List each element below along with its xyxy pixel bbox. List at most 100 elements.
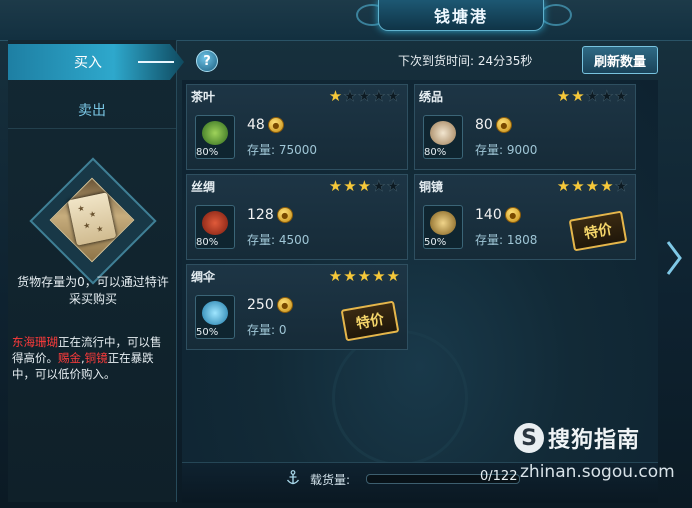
- market-trend-text: 东海珊瑚正在流行中，可以售得高价。赐金,铜镜正在暴跌中，可以低价购入。: [12, 334, 168, 382]
- star-filled-icon: ★: [600, 177, 615, 195]
- price-value: 48: [247, 117, 265, 133]
- window-title-plate: 钱塘港: [378, 0, 544, 31]
- price-percent: 50%: [196, 327, 219, 338]
- stock-label: 存量:: [475, 233, 504, 247]
- rarity-stars: ★★★★★: [556, 177, 629, 196]
- rarity-stars: ★★★★★: [556, 87, 629, 106]
- goods-stock: 存量: 1808: [475, 231, 537, 248]
- goods-image: [202, 301, 228, 325]
- star-filled-icon: ★: [556, 177, 572, 195]
- crashing-good: 铜镜: [84, 351, 108, 365]
- refresh-quantity-button[interactable]: 刷新数量: [582, 46, 658, 74]
- price-value: 250: [247, 297, 274, 313]
- cargo-label: 载货量:: [310, 473, 351, 487]
- goods-stock: 存量: 9000: [475, 141, 537, 158]
- help-icon[interactable]: ?: [196, 50, 218, 72]
- star-filled-icon: ★: [571, 177, 586, 195]
- chevron-right-svg: [666, 241, 682, 275]
- stock-value: 4500: [278, 233, 310, 247]
- star-filled-icon: ★: [328, 87, 344, 105]
- star-filled-icon: ★: [556, 87, 572, 105]
- watermark-brand: 搜狗指南: [548, 428, 641, 453]
- stock-label: 存量:: [247, 143, 276, 157]
- chevron-right-icon[interactable]: [664, 236, 684, 280]
- star-empty-icon: ★: [386, 87, 401, 106]
- background-emblem: [332, 330, 468, 466]
- price-percent: 80%: [196, 237, 219, 248]
- star-empty-icon: ★: [585, 87, 601, 106]
- star-filled-icon: ★: [343, 267, 358, 285]
- price-percent: 80%: [424, 147, 447, 158]
- tab-buy[interactable]: 买入: [8, 44, 184, 80]
- coin-icon: ●: [276, 297, 293, 313]
- rarity-stars: ★★★★★: [328, 177, 401, 196]
- star-empty-icon: ★: [614, 177, 629, 196]
- goods-card[interactable]: 绸伞 ★★★★★ 50% 250 ● 存量: 0 特价: [186, 264, 408, 350]
- star-filled-icon: ★: [571, 87, 586, 105]
- stock-value: 1808: [506, 233, 538, 247]
- sogou-logo: S: [514, 423, 544, 453]
- goods-price: 128 ●: [247, 207, 293, 223]
- star-empty-icon: ★: [372, 87, 387, 106]
- goods-stock: 存量: 4500: [247, 231, 309, 248]
- star-empty-icon: ★: [386, 177, 401, 196]
- star-empty-icon: ★: [343, 87, 358, 106]
- stock-label: 存量:: [247, 323, 276, 337]
- goods-stock: 存量: 75000: [247, 141, 317, 158]
- rarity-stars: ★★★★★: [329, 267, 401, 285]
- stock-value: 0: [278, 323, 287, 337]
- goods-name: 铜镜: [419, 180, 444, 194]
- stock-label: 存量:: [475, 143, 504, 157]
- special-price-badge: 特价: [340, 300, 400, 342]
- star-empty-icon: ★: [357, 87, 373, 106]
- goods-name: 丝绸: [191, 180, 216, 194]
- price-value: 80: [475, 117, 493, 133]
- stock-label: 存量:: [247, 233, 276, 247]
- goods-name: 茶叶: [191, 90, 216, 104]
- sogou-watermark: S 搜狗指南: [514, 422, 640, 454]
- window-title: 钱塘港: [433, 7, 488, 26]
- scroll-star-icon: ★: [82, 220, 92, 231]
- top-strip: [0, 0, 692, 41]
- star-filled-icon: ★: [328, 177, 344, 195]
- tab-sell[interactable]: 卖出: [8, 92, 176, 129]
- coin-icon: ●: [267, 117, 284, 133]
- anchor-svg: [286, 470, 300, 485]
- goods-card[interactable]: 茶叶 ★★★★★ 80% 48 ● 存量: 75000: [186, 84, 408, 170]
- star-filled-icon: ★: [372, 267, 387, 285]
- star-empty-icon: ★: [600, 87, 615, 106]
- scroll-star-icon: ★: [76, 203, 86, 214]
- price-percent: 80%: [196, 147, 219, 158]
- star-filled-icon: ★: [386, 267, 401, 285]
- goods-name: 绣品: [419, 90, 444, 104]
- rarity-stars: ★★★★★: [328, 87, 401, 106]
- goods-card[interactable]: 丝绸 ★★★★★ 80% 128 ● 存量: 4500: [186, 174, 408, 260]
- star-filled-icon: ★: [357, 267, 373, 285]
- star-empty-icon: ★: [614, 87, 629, 106]
- star-filled-icon: ★: [328, 267, 344, 285]
- goods-name: 绸伞: [191, 270, 216, 284]
- price-value: 140: [475, 207, 502, 223]
- star-empty-icon: ★: [372, 177, 387, 196]
- trending-good: 东海珊瑚: [12, 335, 58, 349]
- goods-price: 80 ●: [475, 117, 512, 133]
- stock-value: 75000: [278, 143, 318, 157]
- special-purchase-info: 货物存量为0，可以通过特许采买购买: [17, 275, 169, 306]
- coin-icon: ●: [504, 207, 521, 223]
- goods-card[interactable]: 绣品 ★★★★★ 80% 80 ● 存量: 9000: [414, 84, 636, 170]
- star-filled-icon: ★: [357, 177, 373, 195]
- coin-icon: ●: [276, 207, 293, 223]
- title-ornament-right: [540, 4, 572, 26]
- goods-price: 140 ●: [475, 207, 521, 223]
- price-percent: 50%: [424, 237, 447, 248]
- crashing-good: 赐金: [58, 351, 81, 365]
- star-filled-icon: ★: [343, 177, 358, 195]
- stock-value: 9000: [506, 143, 538, 157]
- special-price-badge: 特价: [568, 210, 628, 252]
- star-filled-icon: ★: [585, 177, 601, 195]
- goods-price: 250 ●: [247, 297, 293, 313]
- goods-image: [430, 211, 456, 235]
- goods-image: [202, 211, 228, 235]
- goods-card[interactable]: 铜镜 ★★★★★ 50% 140 ● 存量: 1808 特价: [414, 174, 636, 260]
- goods-image: [202, 121, 228, 145]
